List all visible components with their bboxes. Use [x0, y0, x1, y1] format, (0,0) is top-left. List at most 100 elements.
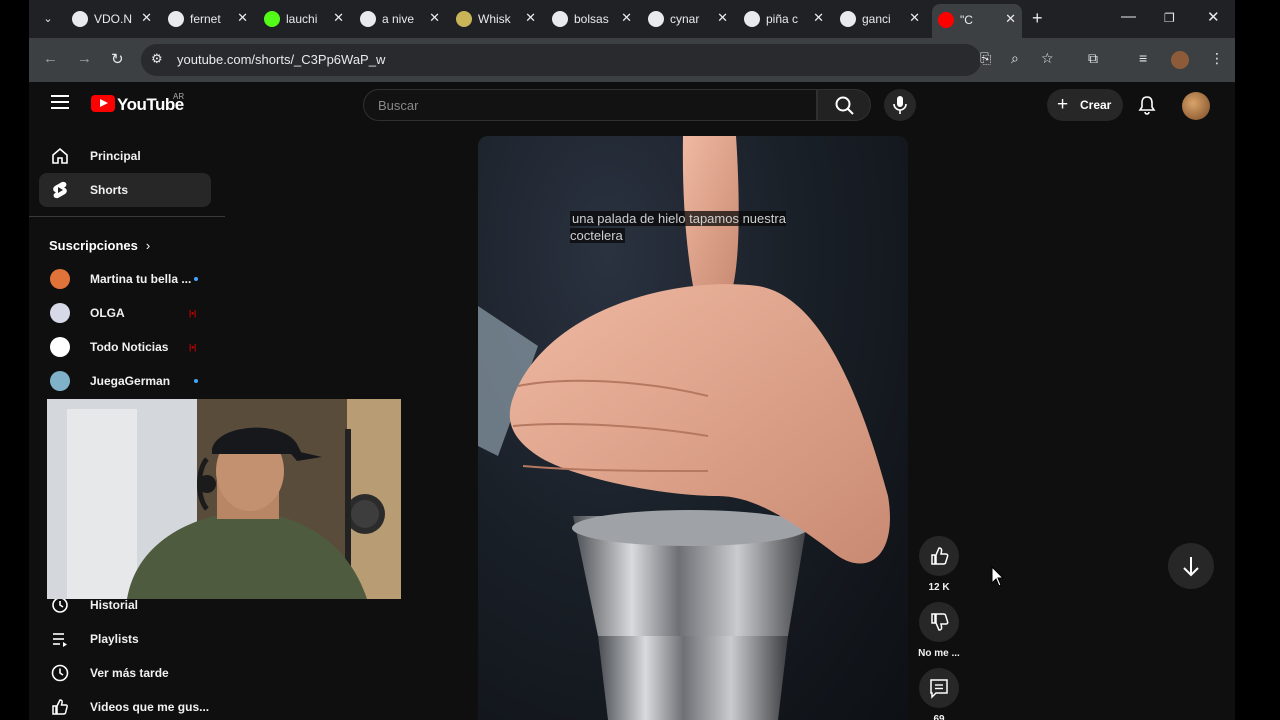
sidebar-divider — [29, 216, 225, 217]
browser-menu-icon[interactable]: ⋮ — [1210, 50, 1224, 67]
notifications-button[interactable] — [1137, 95, 1157, 120]
channel-avatar — [50, 337, 70, 357]
sidebar-item-label: Principal — [90, 149, 141, 163]
tab-favicon-icon — [168, 11, 184, 27]
media-control-icon[interactable]: ≡ — [1139, 50, 1147, 66]
browser-tab[interactable]: Whisk ✕ — [450, 6, 542, 32]
account-avatar[interactable] — [1182, 92, 1210, 120]
browser-tab[interactable]: a nive ✕ — [354, 6, 446, 32]
like-count: 12 K — [928, 582, 950, 593]
comment-icon — [930, 679, 948, 699]
tab-favicon-icon — [648, 11, 664, 27]
sidebar-item-principal[interactable]: Principal — [39, 139, 211, 173]
browser-tab[interactable]: "C ✕ — [932, 4, 1022, 38]
youtube-logo-icon[interactable] — [91, 95, 115, 112]
close-tab-icon[interactable]: ✕ — [333, 10, 344, 26]
browser-tab[interactable]: VDO.N ✕ — [66, 6, 158, 32]
browser-tab[interactable]: ganci ✕ — [834, 6, 926, 32]
tab-title: fernet — [190, 12, 221, 26]
subscriptions-heading[interactable]: Suscripciones › — [49, 238, 150, 253]
subscription-item[interactable]: JuegaGerman — [39, 364, 211, 398]
search-button[interactable] — [817, 89, 871, 121]
close-tab-icon[interactable]: ✕ — [621, 10, 632, 26]
subscription-item[interactable]: Todo Noticias |•| — [39, 330, 211, 364]
url-text: youtube.com/shorts/_C3Pp6WaP_w — [177, 52, 386, 67]
channel-name: JuegaGerman — [90, 374, 171, 388]
install-app-icon[interactable]: ⎘ — [980, 50, 991, 67]
browser-tab[interactable]: cynar ✕ — [642, 6, 734, 32]
close-tab-icon[interactable]: ✕ — [813, 10, 824, 26]
like-action: 12 K — [918, 536, 960, 593]
liked-videos-icon — [52, 699, 68, 715]
close-tab-icon[interactable]: ✕ — [429, 10, 440, 26]
bookmark-star-icon[interactable]: ☆ — [1041, 50, 1054, 67]
bell-icon — [1138, 96, 1156, 115]
sidebar-item-shorts[interactable]: Shorts — [39, 173, 211, 207]
close-tab-icon[interactable]: ✕ — [1005, 11, 1016, 27]
close-tab-icon[interactable]: ✕ — [909, 10, 920, 26]
shorts-video-player[interactable]: una palada de hielo tapamos nuestra coct… — [478, 136, 908, 720]
home-icon — [52, 147, 68, 164]
tab-title: VDO.N — [94, 12, 133, 26]
sidebar-item-liked-videos[interactable]: Videos que me gus... — [39, 690, 211, 720]
watch-later-icon — [51, 664, 69, 682]
sidebar-item-label: Historial — [90, 598, 139, 612]
channel-avatar — [50, 269, 70, 289]
shorts-icon — [53, 181, 67, 199]
tab-title: bolsas — [574, 12, 609, 26]
close-tab-icon[interactable]: ✕ — [237, 10, 248, 26]
dislike-action: No me ... — [918, 602, 960, 659]
address-bar[interactable]: ⚙ youtube.com/shorts/_C3Pp6WaP_w — [141, 44, 981, 76]
sidebar-item-watch-later[interactable]: Ver más tarde — [39, 656, 211, 690]
minimize-button[interactable]: — — [1121, 8, 1136, 25]
dislike-button[interactable] — [919, 602, 959, 642]
browser-tab[interactable]: fernet ✕ — [162, 6, 254, 32]
close-tab-icon[interactable]: ✕ — [717, 10, 728, 26]
site-info-icon[interactable]: ⚙ — [151, 51, 163, 67]
restore-button[interactable]: ❐ — [1164, 11, 1175, 25]
reload-button[interactable]: ↻ — [111, 50, 124, 68]
zoom-icon[interactable]: ⌕ — [1011, 50, 1019, 67]
browser-profile-avatar[interactable] — [1171, 51, 1189, 69]
video-caption: una palada de hielo tapamos nuestra coct… — [570, 210, 820, 244]
browser-tab[interactable]: bolsas ✕ — [546, 6, 638, 32]
tab-favicon-icon — [744, 11, 760, 27]
thumbs-down-icon — [931, 613, 949, 631]
menu-icon[interactable] — [51, 95, 69, 113]
tab-title: Whisk — [478, 12, 511, 26]
like-button[interactable] — [919, 536, 959, 576]
sidebar-item-playlists[interactable]: Playlists — [39, 622, 211, 656]
new-tab-button[interactable]: + — [1032, 8, 1043, 29]
comments-button[interactable] — [919, 668, 959, 708]
subscription-item[interactable]: OLGA |•| — [39, 296, 211, 330]
browser-tab[interactable]: piña c ✕ — [738, 6, 830, 32]
next-short-button[interactable] — [1168, 543, 1214, 589]
subscription-item[interactable]: Martina tu bella ... — [39, 262, 211, 296]
tab-title: a nive — [382, 12, 415, 26]
extensions-icon[interactable]: ⧉ — [1088, 50, 1098, 67]
sidebar-item-label: Ver más tarde — [90, 666, 169, 680]
tab-search-button[interactable]: ⌄ — [37, 8, 59, 30]
sidebar-item-label: Videos que me gus... — [90, 700, 210, 714]
mouse-cursor-icon — [991, 566, 1005, 587]
chevron-right-icon: › — [145, 238, 151, 253]
voice-search-button[interactable] — [884, 89, 916, 121]
search-input[interactable]: Buscar — [363, 89, 817, 121]
tab-favicon-icon — [360, 11, 376, 27]
country-code: AR — [173, 92, 185, 101]
browser-tab[interactable]: lauchi ✕ — [258, 6, 350, 32]
back-button[interactable]: ← — [43, 50, 58, 67]
tab-title: piña c — [766, 12, 799, 26]
close-window-button[interactable]: ✕ — [1207, 8, 1220, 26]
create-button[interactable]: + Crear — [1047, 89, 1123, 121]
forward-button[interactable]: → — [77, 50, 92, 67]
close-tab-icon[interactable]: ✕ — [525, 10, 536, 26]
tab-favicon-icon — [264, 11, 280, 27]
youtube-header: YouTube AR Buscar + Crear — [29, 82, 1235, 128]
tab-strip: ⌄ VDO.N ✕ fernet ✕ lauchi ✕ a nive ✕ Whisk ✕ bolsa… — [29, 0, 1235, 38]
close-tab-icon[interactable]: ✕ — [141, 10, 152, 26]
tab-favicon-icon — [72, 11, 88, 27]
tab-title: "C — [960, 13, 973, 27]
tab-title: ganci — [862, 12, 891, 26]
new-content-dot — [194, 379, 198, 383]
